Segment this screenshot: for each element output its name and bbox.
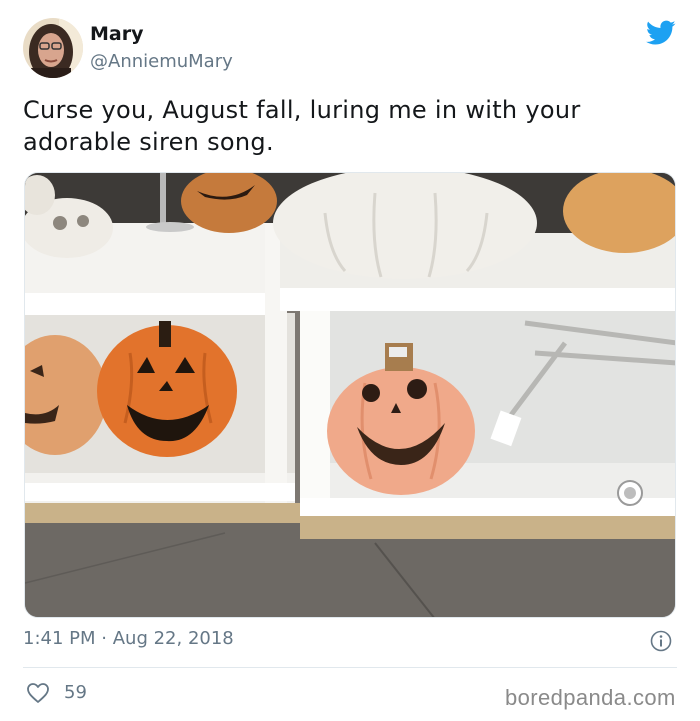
author-name[interactable]: Mary [90, 23, 143, 45]
pumpkin-shelves-image [25, 173, 675, 617]
tweet-text: Curse you, August fall, luring me in wit… [23, 96, 581, 156]
tweet-date: Aug 22, 2018 [112, 628, 234, 649]
divider [23, 667, 677, 668]
avatar-image [23, 18, 83, 78]
timestamp-separator: · [101, 628, 107, 649]
tweet-photo[interactable] [24, 172, 676, 618]
watermark: boredpanda.com [505, 685, 676, 710]
info-icon[interactable] [650, 630, 672, 652]
avatar[interactable] [23, 18, 83, 78]
tweet-timestamp[interactable]: 1:41 PM · Aug 22, 2018 [23, 628, 234, 649]
heart-icon[interactable] [26, 682, 50, 704]
tweet-time: 1:41 PM [23, 628, 96, 649]
author-handle[interactable]: @AnniemuMary [90, 51, 233, 72]
like-count: 59 [64, 682, 87, 703]
twitter-bird-icon[interactable] [646, 20, 676, 46]
